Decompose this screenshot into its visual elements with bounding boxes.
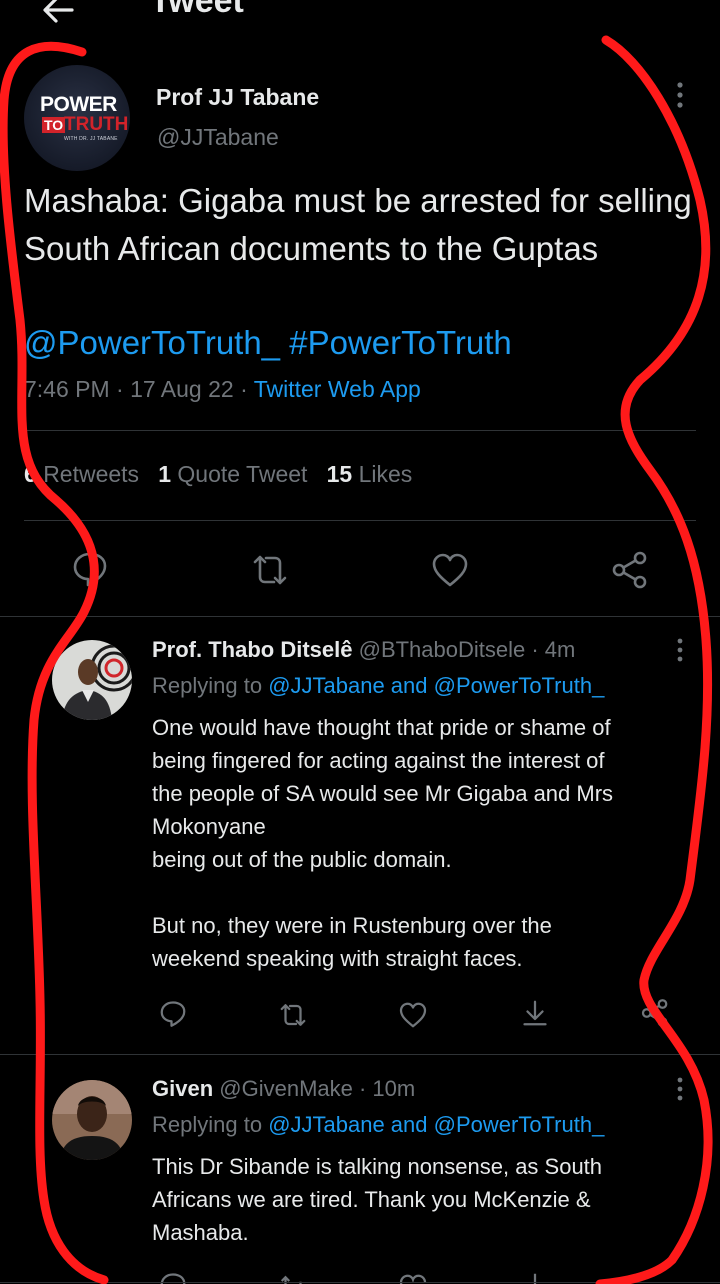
page-title: Tweet — [150, 0, 244, 20]
tweet-text: Mashaba: Gigaba must be arrested for sel… — [24, 182, 692, 267]
tweet-source-link[interactable]: Twitter Web App — [254, 376, 421, 402]
author-handle[interactable]: @JJTabane — [157, 124, 279, 151]
likes-stat[interactable]: 15 Likes — [327, 461, 413, 487]
retweet-icon — [280, 1004, 306, 1026]
avatar-logo-truth: TRUTH — [64, 114, 129, 135]
like-button[interactable] — [398, 1000, 428, 1030]
retweet-button[interactable] — [250, 550, 290, 590]
author-name[interactable]: Prof JJ Tabane — [156, 84, 319, 111]
reply-more-button[interactable] — [673, 1076, 687, 1104]
reply-time: · 10m — [352, 1076, 416, 1101]
divider — [24, 520, 696, 521]
replying-to: Replying to @JJTabane and @PowerToTruth_ — [152, 673, 605, 698]
reply-time: · 4m — [525, 637, 576, 662]
retweets-stat[interactable]: 6 Retweets — [24, 461, 139, 487]
share-button[interactable] — [640, 998, 670, 1028]
arrow-left-icon — [43, 0, 74, 23]
retweet-icon — [253, 555, 287, 585]
hashtag-link[interactable]: #PowerToTruth — [289, 324, 512, 361]
replying-to-links[interactable]: @JJTabane and @PowerToTruth_ — [268, 1112, 604, 1137]
replying-to-links[interactable]: @JJTabane and @PowerToTruth_ — [268, 673, 604, 698]
share-icon — [612, 551, 647, 589]
reply-header: Prof. Thabo Ditselê @BThaboDitsele · 4m — [152, 637, 575, 663]
divider — [0, 1282, 720, 1283]
person-photo-icon — [52, 1080, 132, 1160]
reply-text: This Dr Sibande is talking nonsense, as … — [152, 1154, 603, 1245]
reply-more-button[interactable] — [673, 637, 687, 665]
share-icon — [641, 999, 668, 1027]
reply-avatar[interactable] — [52, 640, 132, 720]
tweet-stats: 6 Retweets 1 Quote Tweet 15 Likes — [24, 461, 412, 488]
download-button[interactable] — [520, 998, 550, 1028]
person-photo-icon — [52, 640, 132, 720]
divider — [24, 430, 696, 431]
download-icon — [523, 1000, 547, 1026]
more-vertical-icon — [677, 638, 683, 662]
heart-icon — [432, 553, 468, 587]
divider — [0, 1054, 720, 1055]
avatar-logo-to: TO — [42, 117, 66, 133]
reply-author-handle[interactable]: @GivenMake — [219, 1076, 353, 1101]
share-button[interactable] — [610, 550, 650, 590]
reply-header: Given @GivenMake · 10m — [152, 1076, 415, 1102]
like-button[interactable] — [430, 550, 470, 590]
quotes-stat[interactable]: 1 Quote Tweet — [158, 461, 307, 487]
tweet-timestamp: 7:46 PM · 17 Aug 22 · — [24, 376, 254, 402]
reply-text: One would have thought that pride or sha… — [152, 715, 614, 971]
reply-author-handle[interactable]: @BThaboDitsele — [359, 637, 526, 662]
reply-icon — [160, 1001, 186, 1027]
reply-author-name[interactable]: Prof. Thabo Ditselê — [152, 637, 352, 662]
tweet-meta: 7:46 PM · 17 Aug 22 · Twitter Web App — [24, 376, 421, 403]
back-button[interactable] — [38, 0, 78, 30]
reply-button[interactable] — [158, 998, 188, 1028]
reply-author-name[interactable]: Given — [152, 1076, 213, 1101]
heart-icon — [399, 1002, 427, 1028]
tweet-tags: @PowerToTruth_ #PowerToTruth — [24, 319, 512, 367]
divider — [0, 616, 720, 617]
avatar-logo-with: WITH DR. JJ TABANE — [64, 136, 118, 142]
more-vertical-icon — [677, 82, 683, 108]
mention-link[interactable]: @PowerToTruth_ — [24, 324, 280, 361]
reply-icon — [73, 552, 107, 587]
reply-button[interactable] — [70, 548, 110, 588]
retweet-button[interactable] — [278, 1000, 308, 1030]
more-vertical-icon — [677, 1077, 683, 1101]
replying-to: Replying to @JJTabane and @PowerToTruth_ — [152, 1112, 605, 1137]
more-options-button[interactable] — [670, 80, 690, 110]
reply-avatar[interactable] — [52, 1080, 132, 1160]
author-avatar[interactable]: POWER TO TRUTH WITH DR. JJ TABANE — [24, 65, 130, 171]
